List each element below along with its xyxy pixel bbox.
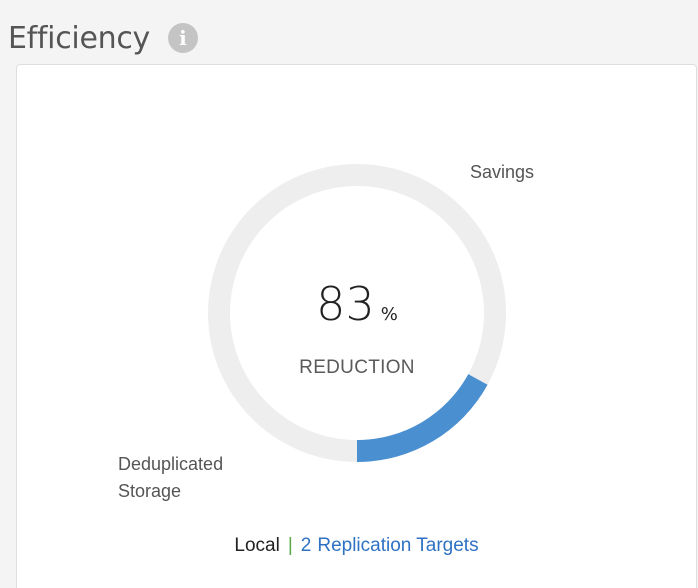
scope-selector: Local | 2 Replication Targets bbox=[17, 535, 696, 557]
widget-title: Efficiency bbox=[8, 20, 150, 56]
info-icon[interactable]: i bbox=[167, 23, 198, 53]
dedup-label-line1: Deduplicated bbox=[118, 454, 224, 474]
widget-header: Efficiency i bbox=[8, 16, 198, 60]
deduplicated-storage-label: Deduplicated Storage bbox=[118, 451, 288, 505]
savings-label: Savings bbox=[470, 162, 535, 182]
info-glyph: i bbox=[179, 26, 187, 50]
reduction-donut-chart bbox=[208, 163, 507, 462]
replication-count[interactable]: 2 bbox=[301, 535, 312, 556]
scope-separator: | bbox=[287, 535, 293, 556]
efficiency-widget: Efficiency i 83% REDUCTION Savings Dedup… bbox=[0, 0, 698, 588]
dedup-label-line2: Storage bbox=[118, 481, 182, 501]
efficiency-card: 83% REDUCTION Savings Deduplicated Stora… bbox=[16, 64, 697, 588]
local-scope-link[interactable]: Local bbox=[234, 535, 279, 556]
donut-slice-deduplicated-storage bbox=[357, 374, 488, 462]
replication-targets-link[interactable]: Replication Targets bbox=[317, 535, 478, 556]
